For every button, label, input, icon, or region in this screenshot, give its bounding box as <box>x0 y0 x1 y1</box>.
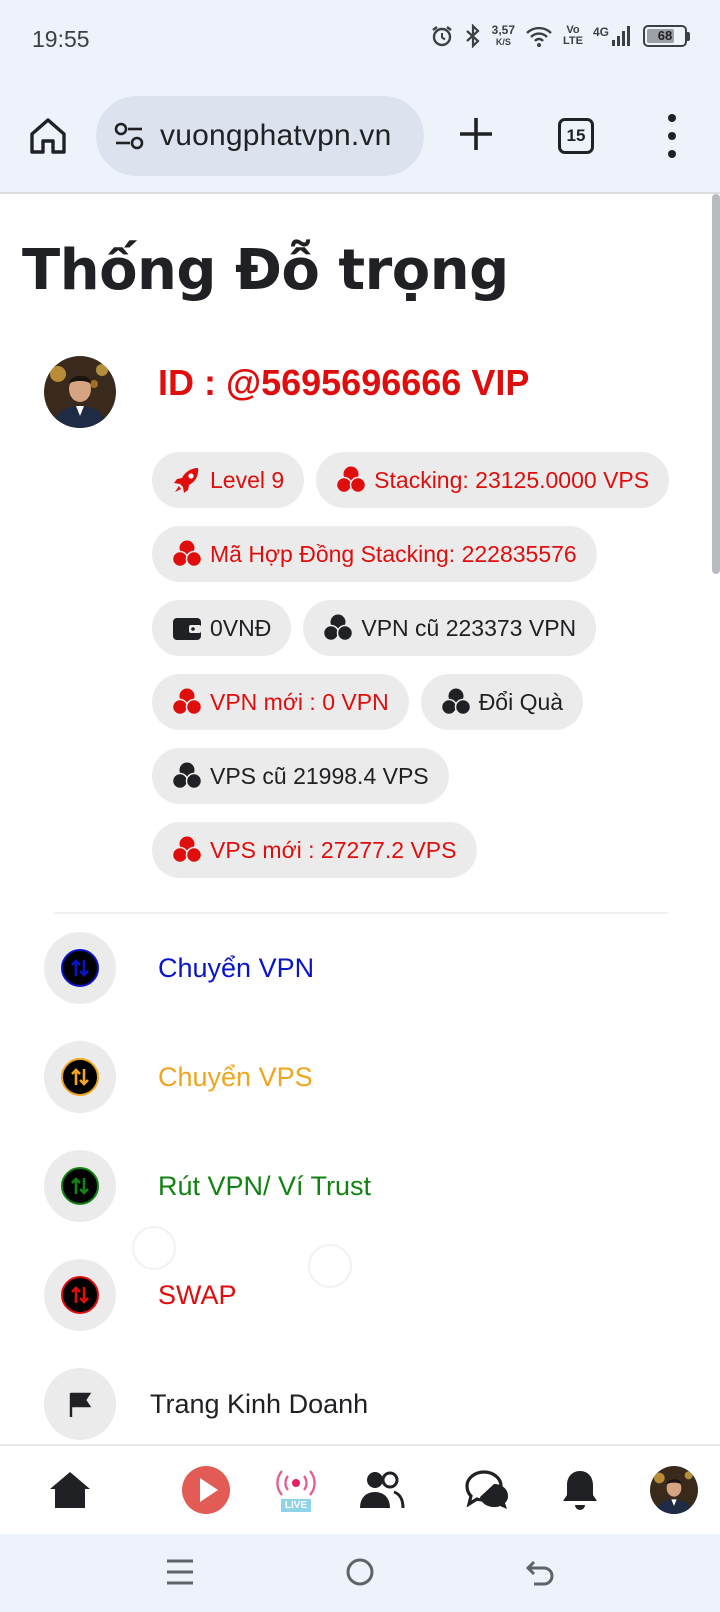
coins-icon <box>172 762 202 790</box>
battery-indicator: 68 <box>643 25 690 47</box>
rocket-icon <box>174 468 199 493</box>
vps-new-chip[interactable]: VPS mới : 27277.2 VPS <box>152 822 477 878</box>
bell-icon <box>563 1471 597 1510</box>
wallet-chip[interactable]: 0VNĐ <box>152 600 292 656</box>
coins-icon <box>172 540 202 568</box>
divider <box>54 912 668 914</box>
contract-chip[interactable]: Mã Hợp Đồng Stacking: 222835576 <box>152 526 597 582</box>
avatar <box>650 1466 698 1514</box>
volte-indicator: Vo LTE <box>563 25 583 47</box>
status-time: 19:55 <box>32 26 90 52</box>
scrollbar[interactable] <box>712 194 720 574</box>
transfer-icon <box>44 1150 116 1222</box>
net-speed-unit: K/S <box>495 37 511 47</box>
menu-item-transfer-vps[interactable]: Chuyển VPS <box>44 1041 664 1113</box>
nav-video[interactable] <box>178 1462 234 1518</box>
chat-icon <box>465 1470 508 1509</box>
play-icon <box>182 1466 230 1514</box>
network-type: 4G <box>592 25 609 39</box>
menu-item-transfer-vpn[interactable]: Chuyển VPN <box>44 932 664 1004</box>
nav-messages[interactable] <box>460 1462 516 1518</box>
avatar-image <box>44 356 116 428</box>
recent-apps-icon[interactable] <box>162 1554 198 1590</box>
status-icons: 3,57 K/S Vo LTE 4G 68 <box>430 24 690 48</box>
vps-new-label: VPS mới : 27277.2 VPS <box>210 836 457 863</box>
ghost-circle <box>308 1244 352 1288</box>
vpn-old-label: VPN cũ 223373 VPN <box>361 614 577 641</box>
live-badge: LIVE <box>280 1498 312 1512</box>
menu-label-transfer-vpn: Chuyển VPN <box>158 952 315 983</box>
account-chips: Level 9 Stacking: 23125.0000 VPS Mã Hợp … <box>152 452 692 896</box>
ghost-circle <box>132 1226 176 1270</box>
signal-icon <box>612 26 630 46</box>
user-id: ID : @5695696666 VIP <box>158 362 530 403</box>
nav-profile[interactable] <box>646 1462 702 1518</box>
battery-level: 68 <box>657 28 673 43</box>
menu-label-business: Trang Kinh Doanh <box>150 1388 369 1419</box>
vps-old-label: VPS cũ 21998.4 VPS <box>210 762 429 789</box>
vps-old-chip[interactable]: VPS cũ 21998.4 VPS <box>152 748 449 804</box>
tab-switcher-button[interactable]: 15 <box>558 118 594 154</box>
battery-tip <box>687 31 690 41</box>
app-bottom-nav: LIVE <box>0 1444 720 1534</box>
site-settings-icon[interactable] <box>112 119 146 153</box>
coins-icon <box>172 836 202 864</box>
coins-icon <box>336 466 367 494</box>
coins-icon <box>440 688 471 716</box>
bluetooth-icon <box>465 24 480 48</box>
menu-label-withdraw: Rút VPN/ Ví Trust <box>158 1170 372 1201</box>
address-bar[interactable]: vuongphatvpn.vn <box>96 96 424 176</box>
status-bar: 19:55 3,57 K/S Vo LTE 4G 68 <box>0 0 720 84</box>
home-button-icon[interactable] <box>342 1554 378 1590</box>
transfer-icon <box>44 1041 116 1113</box>
nav-live[interactable]: LIVE <box>268 1462 324 1518</box>
nav-notifications[interactable] <box>552 1462 608 1518</box>
users-icon <box>360 1471 405 1509</box>
nav-home[interactable] <box>42 1462 98 1518</box>
menu-item-withdraw[interactable]: Rút VPN/ Ví Trust <box>44 1150 664 1222</box>
url-text[interactable]: vuongphatvpn.vn <box>160 119 392 153</box>
avatar[interactable] <box>44 356 116 428</box>
system-nav-bar <box>0 1534 720 1612</box>
coins-icon <box>323 614 354 642</box>
level-chip[interactable]: Level 9 <box>152 452 305 508</box>
gift-exchange-chip[interactable]: Đổi Quà <box>420 674 584 730</box>
more-menu-icon[interactable] <box>662 114 682 158</box>
level-label: Level 9 <box>210 466 285 493</box>
flag-icon <box>44 1368 116 1440</box>
browser-toolbar: vuongphatvpn.vn 15 <box>0 84 720 194</box>
coins-icon <box>172 688 202 716</box>
contract-label: Mã Hợp Đồng Stacking: 222835576 <box>210 540 577 567</box>
menu-item-business[interactable]: Trang Kinh Doanh <box>44 1368 664 1440</box>
home-filled-icon <box>50 1472 90 1508</box>
net-speed-value: 3,57 <box>491 23 516 37</box>
transfer-icon <box>44 932 116 1004</box>
page-content: Thống Đỗ trọng ID : @5695696666 VIP Leve… <box>0 194 720 1444</box>
transfer-icon <box>44 1259 116 1331</box>
net-speed: 3,57 K/S <box>492 24 515 48</box>
gift-exchange-label: Đổi Quà <box>478 688 564 715</box>
battery-icon: 68 <box>643 25 687 47</box>
vpn-old-chip[interactable]: VPN cũ 223373 VPN <box>303 600 597 656</box>
vpn-new-label: VPN mới : 0 VPN <box>210 688 389 715</box>
home-icon[interactable] <box>26 114 70 158</box>
menu-label-transfer-vps: Chuyển VPS <box>158 1061 313 1092</box>
back-icon[interactable] <box>522 1554 558 1590</box>
new-tab-icon[interactable] <box>456 114 496 154</box>
volte-bottom: LTE <box>563 35 583 47</box>
menu-label-swap: SWAP <box>158 1279 237 1310</box>
menu-item-swap[interactable]: SWAP <box>44 1259 664 1331</box>
wallet-icon <box>173 618 201 640</box>
live-broadcast-icon <box>276 1469 316 1496</box>
alarm-icon <box>431 26 452 47</box>
stacking-chip[interactable]: Stacking: 23125.0000 VPS <box>316 452 670 508</box>
tab-count: 15 <box>566 126 586 145</box>
nav-friends[interactable] <box>354 1462 410 1518</box>
vpn-new-chip[interactable]: VPN mới : 0 VPN <box>152 674 409 730</box>
wallet-label: 0VNĐ <box>210 614 272 641</box>
wifi-icon <box>526 26 552 47</box>
signal-indicator: 4G <box>593 25 633 47</box>
stacking-label: Stacking: 23125.0000 VPS <box>374 466 650 493</box>
page-title: Thống Đỗ trọng <box>22 238 509 303</box>
